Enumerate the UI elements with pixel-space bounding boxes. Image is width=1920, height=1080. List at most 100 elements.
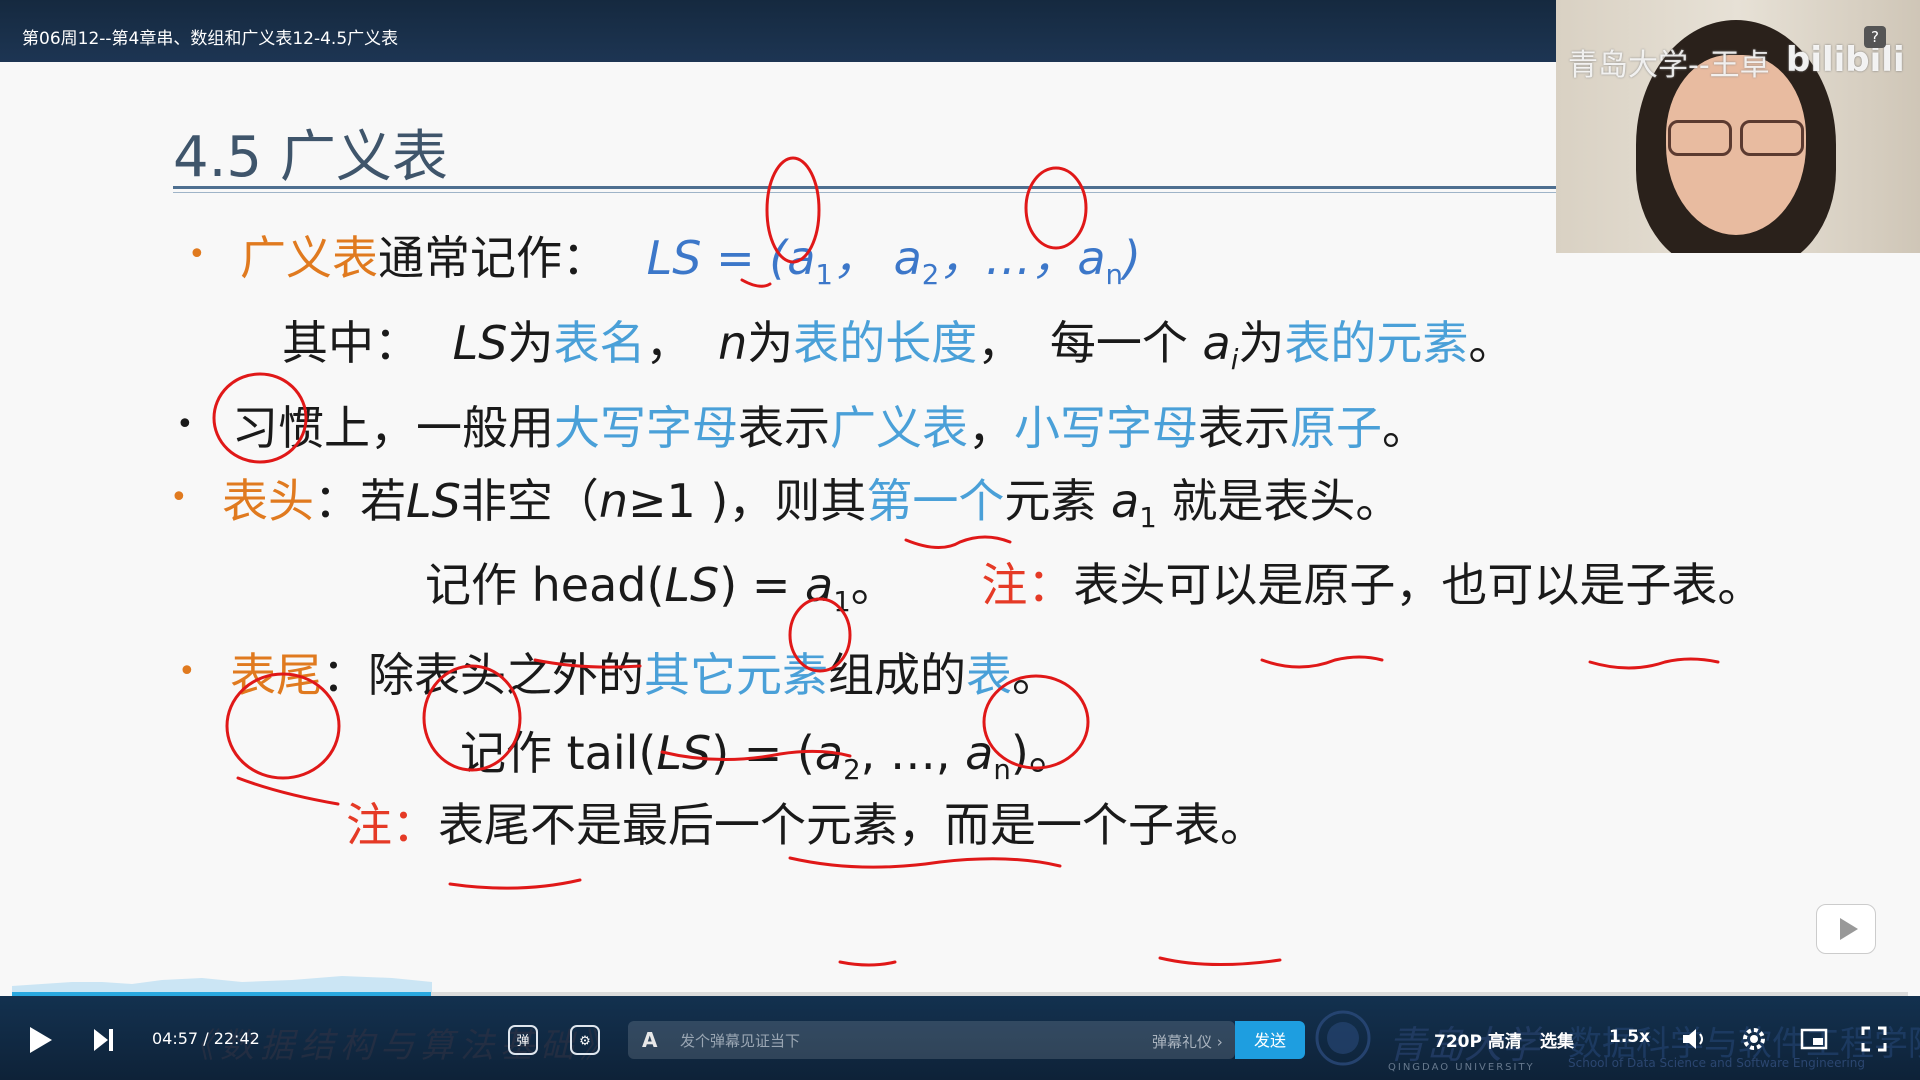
slide-heading: 4.5 广义表 — [173, 125, 448, 190]
math-ls: LS — [656, 726, 712, 780]
note-label: 注： — [981, 558, 1074, 612]
text: 。 — [1012, 648, 1058, 702]
danmaku-style-icon[interactable]: A — [642, 1028, 657, 1052]
time-separator: / — [203, 1029, 209, 1048]
text: 表示 — [738, 401, 830, 455]
math-ls: LS — [664, 558, 720, 612]
danmaku-settings-icon[interactable]: ⚙ — [570, 1025, 600, 1055]
text: 元素 — [1004, 474, 1097, 528]
text: 记作 tail( — [460, 726, 657, 780]
text: 其中： — [282, 316, 420, 370]
text: 表示 — [1198, 401, 1290, 455]
formula-an-sub: n — [1105, 258, 1124, 292]
text: 为 — [747, 316, 794, 370]
text: 。 — [850, 558, 897, 612]
text: 。 — [1468, 316, 1515, 370]
highlight-table-elements: 表的元素 — [1284, 316, 1469, 370]
bullet: • — [178, 654, 196, 689]
text: 就是表头。 — [1171, 474, 1402, 528]
slide-line-notation: 广义表通常记作： LS = (a1， a2，…，an) — [240, 222, 1141, 291]
text: 每一个 — [1049, 316, 1188, 370]
formula-a1-sub: 1 — [815, 258, 833, 292]
webcam-watermark: 青岛大学--王卓 — [1568, 48, 1770, 83]
formula-a2-sub: 2 — [921, 258, 940, 292]
slide-line-convention: 习惯上，一般用大写字母表示广义表，小写字母表示原子。 — [232, 392, 1428, 458]
math-ls: LS — [452, 316, 508, 370]
danmaku-input[interactable] — [678, 1025, 1062, 1057]
formula: LS = (a1， a2，…，an) — [647, 231, 1141, 291]
university-logo — [1315, 1010, 1371, 1066]
picture-in-picture-icon[interactable] — [1799, 1024, 1829, 1054]
next-button[interactable] — [94, 1029, 116, 1051]
math-ls: LS — [406, 474, 461, 528]
slide-line-tail-notation: 记作 tail(LS) = (a2, …, an)。 — [460, 717, 1075, 786]
text: 通常记作： — [378, 231, 608, 285]
math-an-sub: n — [993, 753, 1011, 787]
school-name-en: School of Data Science and Software Engi… — [1568, 1056, 1865, 1070]
time-display: 04:57 / 22:42 — [152, 1029, 260, 1048]
formula-a1: a — [787, 231, 816, 285]
text: 习惯上，一般用 — [232, 401, 554, 455]
danmaku-bar: A 弹幕礼仪 › — [628, 1021, 1235, 1059]
text: ：除表头之外的 — [322, 648, 644, 702]
text: 为 — [1238, 316, 1285, 370]
text: 表尾不是最后一个元素，而是一个子表。 — [438, 798, 1266, 852]
bullet: • — [188, 237, 206, 272]
text: 记作 head( — [425, 558, 665, 612]
math-a2: a — [814, 726, 844, 780]
highlight-other-elements: 其它元素 — [644, 648, 828, 702]
text: , …, — [860, 726, 966, 780]
math-a2-sub: 2 — [843, 753, 861, 787]
episodes-button[interactable]: 选集 — [1540, 1027, 1574, 1052]
underline-tail-word — [448, 878, 582, 890]
underline-subtable2 — [1158, 956, 1282, 967]
underline-element — [838, 960, 897, 967]
heatmap — [12, 976, 432, 992]
text: ， — [645, 316, 692, 370]
math-n: n — [718, 316, 748, 370]
volume-icon[interactable] — [1679, 1024, 1709, 1054]
university-name-en: QINGDAO UNIVERSITY — [1388, 1062, 1535, 1073]
math-ai: a — [1202, 316, 1231, 370]
underline-subtable — [1588, 657, 1720, 670]
send-button[interactable]: 发送 — [1235, 1021, 1305, 1059]
underline-first — [904, 535, 1012, 549]
math-a1: a — [1111, 474, 1140, 528]
highlight-table-name: 表名 — [553, 316, 646, 370]
danmaku-toggle-icon[interactable]: 弹 — [508, 1025, 538, 1055]
text: ≥1 )，则其 — [627, 474, 867, 528]
speed-selector[interactable]: 1.5x — [1609, 1027, 1650, 1047]
term-generalized-list: 广义表 — [240, 231, 378, 285]
math-a1-sub: 1 — [1139, 501, 1157, 535]
help-icon[interactable]: ? — [1864, 26, 1886, 48]
formula-an: a — [1077, 231, 1106, 285]
text: 组成的 — [828, 648, 966, 702]
slide-line-tail: 表尾：除表头之外的其它元素组成的表。 — [230, 639, 1058, 705]
fullscreen-icon[interactable] — [1859, 1024, 1889, 1054]
underline-atom — [1260, 655, 1384, 669]
text: 非空（ — [460, 474, 599, 528]
math-n: n — [598, 474, 628, 528]
text: 。 — [1382, 401, 1428, 455]
duration: 22:42 — [213, 1029, 260, 1048]
danmaku-etiquette-link[interactable]: 弹幕礼仪 › — [1152, 1031, 1223, 1052]
bilibili-logo: bilibili — [1786, 40, 1905, 80]
math-a1-sub: 1 — [833, 585, 851, 619]
quality-selector[interactable]: 720P 高清 — [1434, 1027, 1522, 1052]
settings-icon[interactable] — [1739, 1024, 1769, 1054]
mini-play-button[interactable] — [1816, 904, 1876, 954]
formula-dots: ，…， — [939, 231, 1078, 285]
underline-tail-list — [788, 856, 1062, 869]
bullet: • — [176, 407, 194, 442]
slide-line-head: 表头：若LS非空（n≥1 )，则其第一个元素 a1 就是表头。 — [222, 465, 1401, 534]
highlight-atom: 原子 — [1290, 401, 1382, 455]
slide-line-tail-note: 注：表尾不是最后一个元素，而是一个子表。 — [346, 789, 1266, 855]
highlight-table: 表 — [966, 648, 1012, 702]
play-button[interactable] — [30, 1027, 52, 1053]
highlight-lowercase: 小写字母 — [1014, 401, 1198, 455]
text: ：若 — [314, 474, 406, 528]
video-title: 第06周12--第4章串、数组和广义表12-4.5广义表 — [22, 29, 399, 49]
highlight-table-length: 表的长度 — [793, 316, 978, 370]
term-head: 表头 — [222, 474, 314, 528]
highlight-generalized-list: 广义表 — [830, 401, 968, 455]
